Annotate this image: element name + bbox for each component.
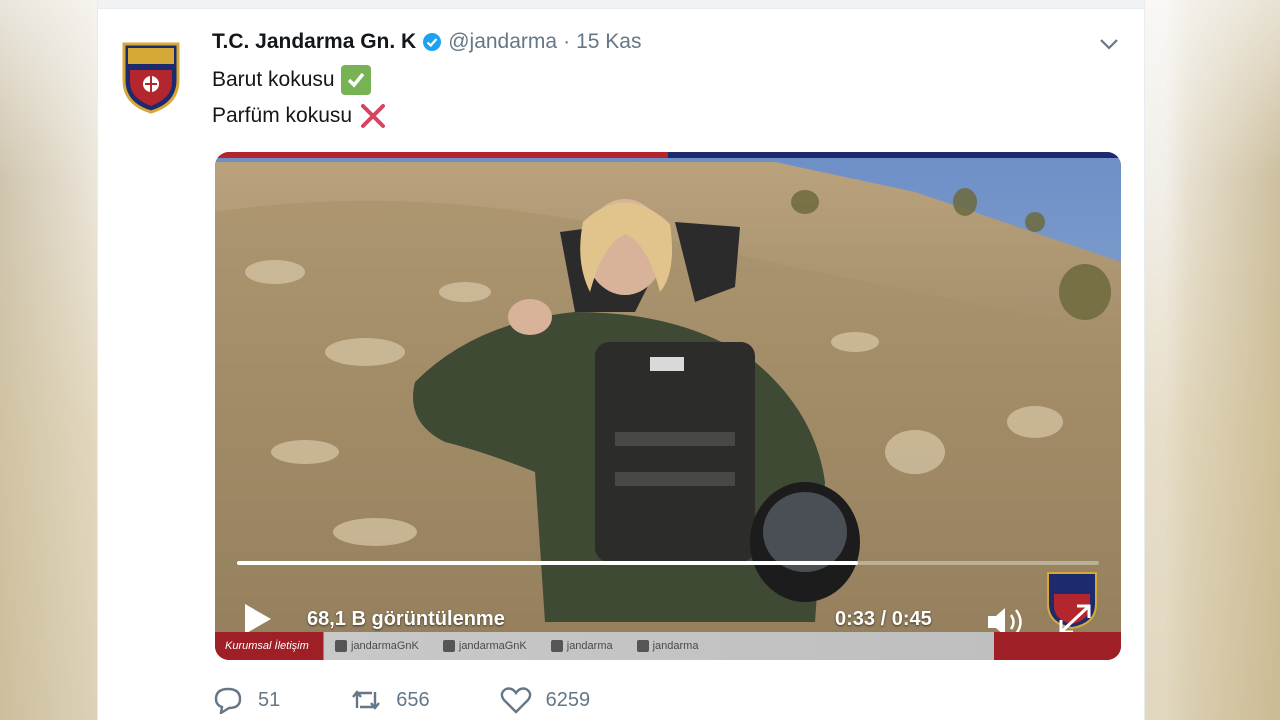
footer-social-youtube: jandarmaGnK bbox=[442, 640, 527, 652]
separator-dot: · bbox=[563, 30, 571, 53]
facebook-icon bbox=[335, 640, 347, 652]
footer-social-instagram: jandarma bbox=[636, 640, 699, 652]
tweet-line-text: Parfüm kokusu bbox=[212, 104, 353, 127]
tweet-line-text: Barut kokusu bbox=[212, 68, 335, 91]
cross-mark-icon bbox=[358, 101, 388, 131]
like-button[interactable]: 6259 bbox=[500, 686, 591, 714]
card-divider bbox=[98, 0, 1144, 9]
footer-social-twitter: jandarma bbox=[550, 640, 613, 652]
footer-social-label: jandarmaGnK bbox=[351, 640, 419, 652]
author-handle[interactable]: @jandarma bbox=[448, 30, 557, 54]
check-mark-icon bbox=[340, 65, 371, 95]
video-progress-fill bbox=[237, 561, 858, 565]
play-icon[interactable] bbox=[241, 602, 273, 636]
author-name[interactable]: T.C. Jandarma Gn. K bbox=[212, 30, 416, 54]
video-player[interactable]: 68,1 B görüntülenme 0:33 / 0:45 Kurumsal… bbox=[215, 152, 1121, 660]
video-footer-bar: Kurumsal İletişim jandarmaGnK jandarmaGn… bbox=[215, 632, 1121, 660]
verified-badge-icon bbox=[422, 32, 442, 52]
footer-social-label: jandarmaGnK bbox=[458, 640, 527, 652]
instagram-icon bbox=[636, 640, 649, 652]
jandarma-emblem-icon bbox=[122, 42, 180, 114]
reply-icon bbox=[214, 687, 242, 714]
youtube-icon bbox=[442, 640, 455, 652]
footer-social-facebook: jandarmaGnK bbox=[335, 640, 419, 652]
tweet-header: T.C. Jandarma Gn. K @jandarma · 15 Kas bbox=[212, 30, 641, 54]
tweet-line: Barut kokusu bbox=[212, 62, 388, 98]
video-controls: 68,1 B görüntülenme 0:33 / 0:45 bbox=[215, 592, 1121, 636]
tweet-actions: 51 656 6259 bbox=[212, 686, 660, 714]
view-count: 68,1 B görüntülenme bbox=[307, 608, 505, 630]
video-progress-bar[interactable] bbox=[237, 561, 1099, 565]
reply-button[interactable]: 51 bbox=[212, 686, 280, 714]
video-frame bbox=[215, 152, 1121, 660]
avatar[interactable] bbox=[120, 40, 182, 114]
tweet-text: Barut kokusu Parfüm kokusu bbox=[212, 62, 388, 134]
twitter-icon bbox=[550, 640, 563, 652]
footer-social-label: jandarma bbox=[652, 640, 699, 652]
like-count: 6259 bbox=[545, 688, 591, 711]
chevron-down-icon[interactable] bbox=[1098, 36, 1120, 52]
tweet-line: Parfüm kokusu bbox=[212, 98, 388, 134]
retweet-count: 656 bbox=[396, 688, 430, 711]
video-time: 0:33 / 0:45 bbox=[835, 608, 932, 630]
retweet-button[interactable]: 656 bbox=[350, 686, 430, 714]
retweet-icon bbox=[352, 690, 381, 710]
tweet-card: T.C. Jandarma Gn. K @jandarma · 15 Kas B… bbox=[97, 0, 1145, 720]
reply-count: 51 bbox=[258, 688, 281, 711]
footer-corp-label: Kurumsal İletişim bbox=[225, 640, 309, 652]
footer-social-label: jandarma bbox=[566, 640, 613, 652]
video-top-stripe bbox=[215, 152, 1121, 158]
tweet-date[interactable]: 15 Kas bbox=[576, 30, 641, 54]
heart-icon bbox=[500, 687, 531, 714]
